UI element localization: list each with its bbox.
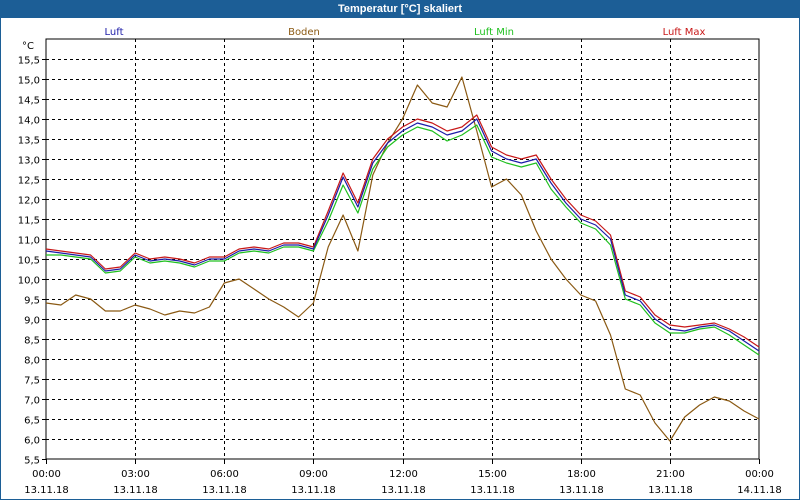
y-tick-label: 10,5 [18, 256, 40, 267]
x-tick-label-date: 13.11.18 [381, 485, 426, 496]
y-tick-label: 9,0 [24, 316, 40, 327]
y-tick-label: 6,5 [24, 416, 40, 427]
y-tick-label: 14,0 [18, 116, 40, 127]
x-tick-label-time: 00:00 [32, 469, 61, 480]
x-tick-label-date: 13.11.18 [202, 485, 247, 496]
x-tick-label-time: 12:00 [389, 469, 418, 480]
chart-window: Temperatur [°C] skaliert 5,5 6,0 6,5 7,0 7,5… [0, 0, 800, 500]
x-tick-label-date: 13.11.18 [470, 485, 515, 496]
legend-entry: Luft Max [663, 27, 706, 38]
x-tick-label-time: 00:00 [745, 469, 774, 480]
legend-entry: Luft [105, 27, 124, 38]
y-tick-label: 9,5 [24, 296, 40, 307]
x-tick-label-time: 18:00 [567, 469, 596, 480]
x-tick-label-date: 13.11.18 [24, 485, 69, 496]
y-tick-label: 8,5 [24, 336, 40, 347]
x-tick-label-date: 13.11.18 [113, 485, 158, 496]
y-tick-label: 11,0 [18, 236, 40, 247]
y-tick-label: 13,0 [18, 156, 40, 167]
y-tick-label: 10,0 [18, 276, 40, 287]
y-tick-label: 5,5 [24, 456, 40, 467]
y-tick-label: 8,0 [24, 356, 40, 367]
x-tick-label-date: 13.11.18 [559, 485, 604, 496]
temperature-chart: 5,5 6,0 6,5 7,0 7,5 8,0 8,5 9,0 9,5 10,0 10,5 11,0 1… [18, 27, 782, 496]
x-tick-label-time: 09:00 [299, 469, 328, 480]
x-tick-label-time: 21:00 [656, 469, 685, 480]
y-tick-label: 15,0 [18, 76, 40, 87]
x-tick-label-time: 03:00 [121, 469, 150, 480]
legend-entry: Boden [288, 27, 320, 38]
y-tick-label: 6,0 [24, 436, 40, 447]
y-tick-label: 12,5 [18, 176, 40, 187]
x-tick-label-time: 15:00 [478, 469, 507, 480]
y-tick-label: 12,0 [18, 196, 40, 207]
y-tick-label: 7,5 [24, 376, 40, 387]
y-tick-label: 14,5 [18, 96, 40, 107]
y-tick-label: 7,0 [24, 396, 40, 407]
window-title: Temperatur [°C] skaliert [1, 1, 799, 18]
legend-entry: Luft Min [474, 27, 514, 38]
x-tick-label-date: 13.11.18 [648, 485, 693, 496]
y-tick-label: 15,5 [18, 56, 40, 67]
x-tick-label-date: 14.11.18 [737, 485, 782, 496]
plot-area [45, 38, 760, 460]
y-tick-label: 13,5 [18, 136, 40, 147]
y-axis-unit: °C [22, 41, 34, 52]
y-tick-label: 11,5 [18, 216, 40, 227]
x-tick-label-date: 13.11.18 [291, 485, 336, 496]
x-tick-label-time: 06:00 [210, 469, 239, 480]
